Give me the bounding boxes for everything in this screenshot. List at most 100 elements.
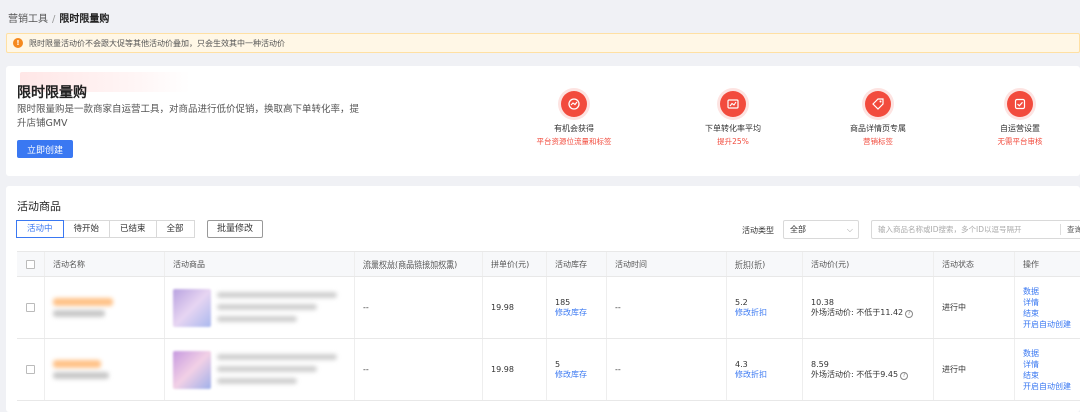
hero-card: 限时限量购 限时限量购是一款商家自运营工具，对商品进行低价促销，换取高下单转化率… (6, 66, 1080, 176)
search-divider (1060, 224, 1061, 235)
traffic-cell: -- (355, 339, 483, 400)
discount-cell: 4.3 修改折扣 (727, 339, 803, 400)
feature-name: 商品详情页专属 (850, 124, 906, 133)
header-discount: 折扣(折) (735, 259, 766, 269)
time-cell: -- (607, 277, 727, 338)
modify-discount-link[interactable]: 修改折扣 (735, 369, 802, 380)
activity-name-cell (45, 339, 165, 400)
activity-price-value: 8.59 (811, 359, 829, 369)
warning-icon: ! (13, 38, 23, 48)
info-icon[interactable]: ? (905, 309, 914, 318)
modify-discount-link[interactable]: 修改折扣 (735, 307, 802, 318)
header-traffic: 流量权益(商品链接加权重) (363, 259, 458, 269)
tab-pending[interactable]: 待开始 (62, 220, 111, 238)
trend-icon (720, 91, 746, 117)
discount-value: 4.3 (735, 359, 748, 369)
row-checkbox[interactable] (26, 303, 35, 312)
activity-type-label: 活动类型 (742, 226, 774, 235)
data-link[interactable]: 数据 (1023, 348, 1080, 359)
feature-conversion: 下单转化率平均 提升25% (673, 91, 793, 147)
external-price: 外场活动价: 不低于9.45 (811, 369, 899, 379)
actions-cell: 数据 详情 结束 开启自动创建 (1015, 277, 1080, 338)
blurred-activity-name (53, 360, 101, 368)
hero-description: 限时限量购是一款商家自运营工具，对商品进行低价促销，换取高下单转化率，提升店铺G… (17, 104, 360, 129)
time-cell: -- (607, 339, 727, 400)
check-icon (1007, 91, 1033, 117)
header-price: 拼单价(元) (483, 252, 547, 276)
batch-modify-button[interactable]: 批量修改 (207, 220, 264, 238)
product-thumbnail (173, 289, 211, 327)
row-checkbox[interactable] (26, 365, 35, 374)
stock-cell: 5 修改库存 (547, 339, 607, 400)
price-cell: 19.98 (483, 339, 547, 400)
activity-price-cell: 10.38 外场活动价: 不低于11.42? (803, 277, 934, 338)
modify-stock-link[interactable]: 修改库存 (555, 307, 606, 318)
blurred-product-id (217, 316, 297, 322)
header-discount-cell: 折扣(折) (727, 252, 803, 276)
chevron-down-icon: ⌵ (846, 225, 853, 234)
search-button[interactable]: 查询 (1067, 221, 1080, 238)
header-name: 活动名称 (45, 252, 165, 276)
search-input[interactable]: 输入商品名称或ID搜索，多个ID以逗号隔开 查询 (871, 220, 1080, 239)
external-price-row: 外场活动价: 不低于11.42? (811, 307, 933, 318)
breadcrumb-separator: / (52, 14, 56, 25)
table-header-row: 活动名称 活动商品 流量权益(商品链接加权重) 拼单价(元) 活动库存 活动时间… (17, 252, 1080, 277)
activity-type-value: 全部 (790, 225, 806, 234)
activity-table: 活动名称 活动商品 流量权益(商品链接加权重) 拼单价(元) 活动库存 活动时间… (17, 251, 1080, 401)
external-price-row: 外场活动价: 不低于9.45? (811, 369, 933, 380)
product-thumbnail (173, 351, 211, 389)
panel-title: 活动商品 (17, 200, 61, 213)
traffic-cell: -- (355, 277, 483, 338)
tab-ended[interactable]: 已结束 (109, 220, 157, 238)
blurred-product-title (217, 304, 317, 310)
price-cell: 19.98 (483, 277, 547, 338)
breadcrumb-parent[interactable]: 营销工具 (8, 14, 48, 25)
blurred-activity-id (53, 372, 109, 379)
header-time: 活动时间 (607, 252, 727, 276)
header-status: 活动状态 (934, 252, 1015, 276)
blurred-product-title (217, 292, 337, 298)
feature-sub: 营销标签 (863, 137, 893, 146)
status-tabs: 活动中 待开始 已结束 全部 (16, 220, 195, 238)
feature-sub: 无需平台审核 (997, 137, 1043, 146)
discount-cell: 5.2 修改折扣 (727, 277, 803, 338)
header-product: 活动商品 (165, 252, 355, 276)
header-actions: 操作 (1023, 259, 1039, 269)
activity-products-panel: 活动商品 活动中 待开始 已结束 全部 批量修改 活动类型 全部 ⌵ 输入商品名… (6, 186, 1080, 412)
notice-text: 限时限量活动价不会跟大促等其他活动价叠加，只会生效其中一种活动价 (29, 38, 285, 48)
tab-all[interactable]: 全部 (155, 220, 195, 238)
table-row: -- 19.98 5 修改库存 -- 4.3 修改折扣 8.59 外场活动价: … (17, 339, 1080, 401)
feature-name: 自运营设置 (1000, 124, 1040, 133)
activity-price-cell: 8.59 外场活动价: 不低于9.45? (803, 339, 934, 400)
product-cell (165, 277, 355, 338)
row-checkbox-cell (17, 277, 45, 338)
activity-type-select[interactable]: 全部 ⌵ (783, 220, 859, 239)
stock-value: 185 (555, 297, 571, 307)
auto-create-link[interactable]: 开启自动创建 (1023, 319, 1080, 330)
auto-create-link[interactable]: 开启自动创建 (1023, 381, 1080, 392)
stock-cell: 185 修改库存 (547, 277, 607, 338)
blurred-product-title (217, 366, 317, 372)
blurred-product-title (217, 354, 337, 360)
table-row: -- 19.98 185 修改库存 -- 5.2 修改折扣 10.38 外场活动… (17, 277, 1080, 339)
info-icon[interactable]: ? (900, 371, 909, 380)
chart-icon (561, 91, 587, 117)
end-link[interactable]: 结束 (1023, 308, 1080, 319)
end-link[interactable]: 结束 (1023, 370, 1080, 381)
tab-active[interactable]: 活动中 (16, 220, 64, 238)
select-all-checkbox[interactable] (26, 259, 35, 269)
feature-traffic: 有机会获得 平台资源位流量和标签 (514, 91, 634, 147)
header-stock: 活动库存 (547, 252, 607, 276)
feature-sub: 平台资源位流量和标签 (536, 137, 612, 146)
feature-name: 下单转化率平均 (705, 124, 761, 133)
feature-tag: 商品详情页专属 营销标签 (818, 91, 938, 147)
data-link[interactable]: 数据 (1023, 286, 1080, 297)
detail-link[interactable]: 详情 (1023, 297, 1080, 308)
modify-stock-link[interactable]: 修改库存 (555, 369, 606, 380)
create-now-button[interactable]: 立即创建 (17, 140, 73, 158)
row-checkbox-cell (17, 339, 45, 400)
notice-banner: ! 限时限量活动价不会跟大促等其他活动价叠加，只会生效其中一种活动价 (6, 33, 1080, 53)
external-price: 外场活动价: 不低于11.42 (811, 307, 904, 317)
breadcrumb-current: 限时限量购 (59, 14, 110, 25)
detail-link[interactable]: 详情 (1023, 359, 1080, 370)
